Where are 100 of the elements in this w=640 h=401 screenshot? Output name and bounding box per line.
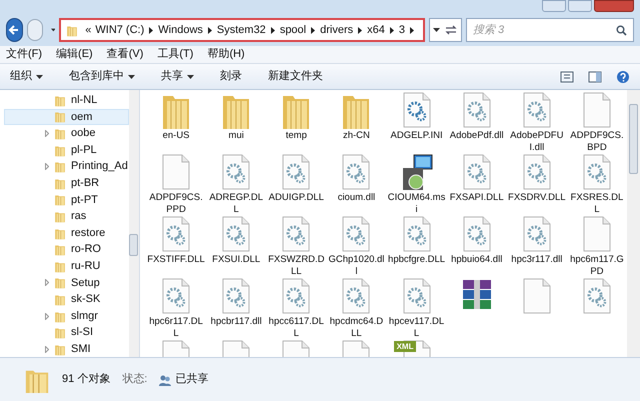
file-name[interactable]: temp [267, 130, 326, 142]
file-name[interactable]: ADPDF9CS.PPD [147, 192, 206, 216]
tree-item[interactable]: nl-NL [4, 92, 129, 109]
settings-file-icon [161, 278, 192, 314]
settings-file-icon [402, 216, 432, 252]
file-name[interactable]: mui [207, 130, 266, 142]
tree-item[interactable]: pt-PT [4, 192, 129, 208]
tree-item[interactable]: Printing_Ad [4, 158, 129, 175]
file-name[interactable]: CIOUM64.msi [388, 192, 446, 216]
file-name[interactable]: hpcc6117.DLL [267, 316, 326, 340]
breadcrumb-item[interactable]: Windows [158, 22, 203, 38]
tree-item[interactable]: ro-RO [4, 241, 129, 258]
menu-item[interactable]: 查看(V) [106, 46, 144, 63]
settings-file-icon [462, 216, 492, 252]
expand-icon[interactable] [45, 163, 49, 170]
tree-item[interactable]: pt-BR [4, 174, 129, 192]
tree-item[interactable]: sl-SI [4, 324, 129, 341]
toolbar-button[interactable]: 刻录 [220, 68, 242, 85]
tree-item[interactable]: restore [4, 224, 129, 242]
folder-name: SMI [71, 342, 91, 357]
file-name[interactable]: hpc6r117.DLL [147, 316, 206, 340]
tree-item[interactable]: oobe [4, 125, 129, 142]
file-name[interactable]: hpcdmc64.DLL [327, 316, 386, 340]
file-name[interactable]: zh-CN [327, 130, 386, 142]
tree-item[interactable]: Setup [4, 274, 129, 292]
toolbar-button[interactable]: 组织 [10, 68, 43, 85]
menu-item[interactable]: 编辑(E) [56, 46, 93, 63]
file-name[interactable]: ADUIGP.DLL [267, 192, 326, 204]
file-name[interactable]: hpbcfgre.DLL [388, 254, 446, 266]
expand-icon[interactable] [45, 312, 49, 320]
file-name[interactable]: en-US [147, 130, 206, 142]
tree-item[interactable]: sk-SK [4, 291, 129, 308]
breadcrumb-item[interactable]: 3 [398, 22, 405, 38]
maximize-button[interactable] [568, 0, 592, 12]
file-name[interactable]: GChp1020.dll [327, 254, 386, 278]
folder-name: Setup [71, 276, 100, 291]
refresh-icon[interactable] [444, 24, 458, 36]
overflow-chevron[interactable]: « [85, 22, 92, 38]
breadcrumb-item[interactable]: WIN7 (C:) [95, 22, 144, 38]
file-name[interactable]: AdobePdf.dll [448, 130, 506, 142]
help-icon[interactable] [616, 70, 630, 84]
toolbar-button[interactable]: 共享 [161, 68, 194, 85]
file-name[interactable]: cioum.dll [327, 192, 386, 204]
file-name[interactable]: ADREGP.DLL [207, 192, 266, 216]
scrollbar[interactable] [627, 90, 640, 357]
view-options-icon[interactable] [560, 70, 574, 82]
expand-icon[interactable] [45, 346, 49, 353]
breadcrumb-item[interactable]: drivers [320, 22, 354, 38]
preview-pane-icon[interactable] [588, 70, 602, 82]
breadcrumb-item[interactable]: x64 [367, 22, 385, 38]
folder-name: slmgr [71, 308, 98, 324]
history-caret-icon[interactable] [433, 28, 440, 32]
file-name[interactable]: FXSAPI.DLL [448, 192, 506, 204]
file-name[interactable]: hpbuio64.dll [448, 254, 506, 266]
folder-icon [53, 126, 67, 140]
file-name[interactable]: hpcev117.DLL [388, 316, 446, 340]
menu-item[interactable]: 帮助(H) [207, 46, 245, 63]
toolbar-button[interactable]: 包含到库中 [69, 68, 135, 85]
tree-item[interactable]: SMI [4, 340, 129, 357]
expand-icon[interactable] [45, 279, 49, 286]
file-name[interactable]: AdobePDFUI.dll [508, 130, 566, 154]
back-button[interactable] [6, 18, 23, 42]
toolbar-button[interactable]: 新建文件夹 [268, 68, 323, 85]
file-name[interactable]: ADGELP.INI [388, 130, 446, 142]
tree-item[interactable]: pl-PL [4, 142, 129, 158]
file-name[interactable]: FXSWZRD.DLL [267, 254, 326, 278]
menu-item[interactable]: 文件(F) [6, 46, 42, 63]
file-name[interactable]: FXSUI.DLL [207, 254, 266, 266]
folder-icon [53, 226, 67, 240]
folder-icon [53, 243, 67, 256]
caret-icon [187, 74, 194, 78]
search-field[interactable]: 搜索 3 [466, 18, 634, 42]
settings-file-icon [402, 278, 432, 314]
file-name[interactable]: hpc6m117.GPD [568, 254, 626, 278]
settings-file-icon [281, 216, 312, 252]
file-name[interactable]: ADPDF9CS.BPD [568, 130, 626, 154]
search-icon [616, 24, 627, 36]
breadcrumb-item[interactable]: System32 [216, 22, 266, 38]
menu-item[interactable]: 工具(T) [157, 46, 194, 63]
search-input[interactable]: 搜索 3 [473, 22, 616, 38]
tree-item[interactable]: ras [4, 208, 129, 225]
breadcrumb-item[interactable]: spool [280, 22, 306, 38]
tree-item[interactable]: oem [4, 108, 129, 126]
file-name[interactable]: hpcbr117.dll [207, 316, 266, 328]
scrollbar[interactable] [128, 90, 139, 357]
file-name[interactable]: FXSDRV.DLL [508, 192, 566, 204]
file-name[interactable]: FXSRES.DLL [568, 192, 626, 216]
address-bar[interactable]: « WIN7 (C:) Windows System32 spool drivers x64 3 [59, 18, 425, 42]
folder-icon [53, 276, 67, 290]
close-button[interactable] [594, 0, 634, 12]
tree-item[interactable]: ru-RU [4, 258, 129, 275]
minimize-button[interactable] [542, 0, 566, 12]
file-name[interactable]: FXSTIFF.DLL [147, 254, 206, 266]
folder-name: pl-PL [71, 142, 97, 158]
file-name[interactable]: hpc3r117.dll [508, 254, 566, 266]
arrow-icon [149, 26, 154, 34]
expand-icon[interactable] [45, 130, 49, 137]
settings-file-icon [281, 154, 312, 190]
tree-item[interactable]: slmgr [4, 308, 129, 324]
settings-file-icon [221, 216, 252, 252]
